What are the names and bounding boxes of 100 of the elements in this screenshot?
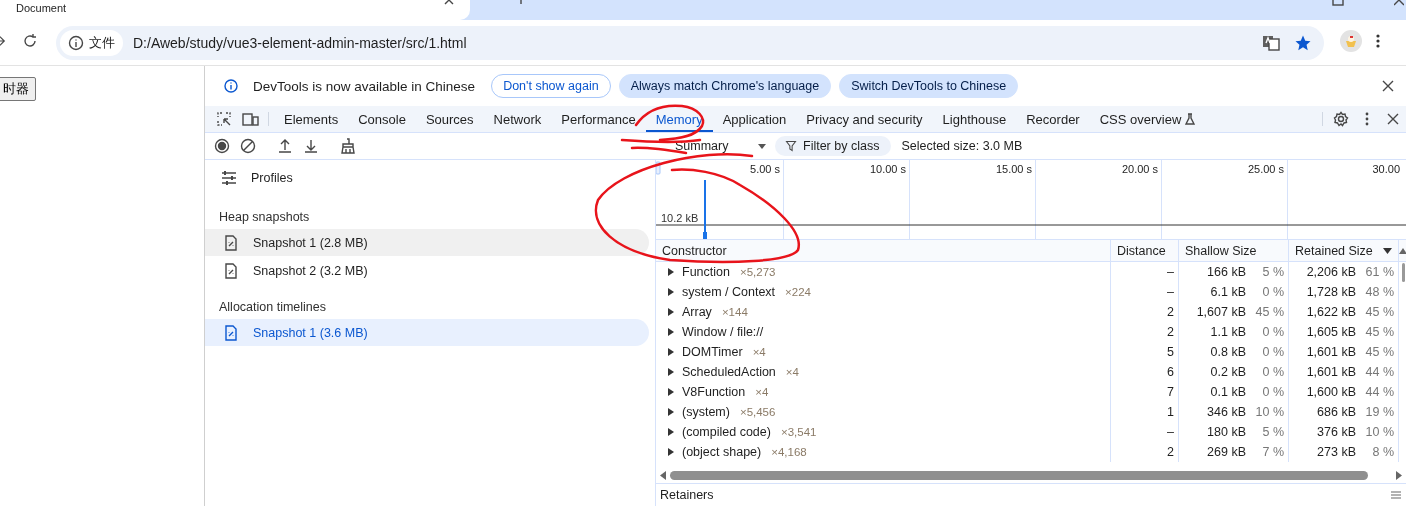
infobar-button[interactable]: Always match Chrome's language: [618, 74, 832, 98]
column-header[interactable]: Distance: [1111, 240, 1179, 262]
more-icon[interactable]: [1376, 32, 1380, 49]
scroll-right-icon[interactable]: [1396, 470, 1402, 480]
panel-tab[interactable]: Elements: [274, 106, 349, 132]
scrollbar-thumb[interactable]: [1402, 263, 1405, 282]
translate-icon[interactable]: [1262, 33, 1280, 52]
distance-cell: –: [1111, 282, 1179, 302]
tick-label: 10.00 s: [784, 160, 910, 239]
constructor-cell[interactable]: (system) ×5,456: [656, 402, 1111, 422]
expand-icon[interactable]: [668, 288, 674, 296]
range-handle[interactable]: [656, 161, 661, 175]
constructor-cell[interactable]: Function ×5,273: [656, 262, 1111, 282]
infobar-message: DevTools is now available in Chinese: [253, 78, 476, 94]
maximize-icon[interactable]: [1332, 0, 1344, 6]
expand-icon[interactable]: [668, 368, 674, 376]
site-info-chip[interactable]: 文件: [60, 29, 123, 56]
panel-tab[interactable]: Network: [483, 106, 552, 132]
shallow-size-cell: 166 kB 5 %: [1179, 262, 1289, 282]
expand-icon[interactable]: [668, 308, 674, 316]
record-icon[interactable]: [214, 138, 230, 154]
constructor-cell[interactable]: (compiled code) ×3,541: [656, 422, 1111, 442]
retained-size-cell: 1,601 kB 45 %: [1289, 342, 1399, 362]
column-header[interactable]: Retained Size: [1289, 240, 1399, 262]
retained-size-cell: 273 kB 8 %: [1289, 442, 1399, 462]
column-header[interactable]: Shallow Size: [1179, 240, 1289, 262]
class-filter[interactable]: Filter by class: [775, 136, 892, 156]
expand-icon[interactable]: [668, 348, 674, 356]
reload-icon[interactable]: [22, 32, 38, 49]
instance-count: ×4: [755, 386, 769, 398]
drag-handle-icon: [1390, 490, 1402, 500]
selected-size: Selected size: 3.0 MB: [901, 139, 1023, 153]
panel-tab[interactable]: Console: [348, 106, 416, 132]
infobar-button[interactable]: Don't show again: [491, 74, 611, 98]
profiles-title: Profiles: [251, 171, 293, 185]
shallow-size-cell: 346 kB 10 %: [1179, 402, 1289, 422]
retained-size-cell: 1,601 kB 44 %: [1289, 362, 1399, 382]
instance-count: ×5,456: [739, 406, 776, 418]
distance-cell: 2: [1111, 322, 1179, 342]
retained-size-cell: 376 kB 10 %: [1289, 422, 1399, 442]
instance-count: ×4: [752, 346, 766, 358]
shallow-size-cell: 1.1 kB 0 %: [1179, 322, 1289, 342]
snapshot-item[interactable]: Snapshot 2 (3.2 MB): [205, 257, 649, 284]
info-icon: [223, 78, 239, 94]
panel-tab[interactable]: Memory: [645, 106, 713, 132]
instance-count: ×4,168: [771, 446, 807, 458]
scroll-left-icon[interactable]: [660, 470, 666, 480]
snapshot-item[interactable]: Snapshot 1 (2.8 MB): [205, 229, 649, 256]
expand-icon[interactable]: [668, 448, 674, 456]
expand-icon[interactable]: [668, 408, 674, 416]
constructor-cell[interactable]: (object shape) ×4,168: [656, 442, 1111, 462]
address-bar[interactable]: 文件 D:/Aweb/study/vue3-element-admin-master/src/1.html: [56, 25, 1324, 60]
flask-icon: [1185, 113, 1196, 125]
constructor-cell[interactable]: V8Function ×4: [656, 382, 1111, 402]
constructor-cell[interactable]: system / Context ×224: [656, 282, 1111, 302]
instance-count: ×3,541: [780, 426, 817, 438]
expand-icon[interactable]: [668, 328, 674, 336]
retained-size-cell: 1,728 kB 48 %: [1289, 282, 1399, 302]
shallow-size-cell: 180 kB 5 %: [1179, 422, 1289, 442]
expand-icon[interactable]: [668, 268, 674, 276]
inspect-icon[interactable]: [216, 111, 232, 127]
more-icon[interactable]: [1365, 112, 1369, 126]
panel-tab[interactable]: CSS overview: [1089, 106, 1206, 132]
constructor-cell[interactable]: DOMTimer ×4: [656, 342, 1111, 362]
download-icon[interactable]: [303, 138, 319, 154]
retained-size-cell: 686 kB 19 %: [1289, 402, 1399, 422]
panel-tab[interactable]: Application: [712, 106, 797, 132]
snapshot-item[interactable]: Snapshot 1 (3.6 MB): [205, 319, 649, 346]
shallow-size-cell: 0.1 kB 0 %: [1179, 382, 1289, 402]
expand-icon[interactable]: [668, 428, 674, 436]
distance-cell: 7: [1111, 382, 1179, 402]
expand-icon[interactable]: [668, 388, 674, 396]
panel-tab[interactable]: Recorder: [1016, 106, 1090, 132]
retained-size-cell: 1,600 kB 44 %: [1289, 382, 1399, 402]
instance-count: ×5,273: [739, 266, 776, 278]
page-button[interactable]: 时器: [0, 77, 36, 101]
panel-tab[interactable]: Privacy and security: [796, 106, 933, 132]
retained-size-cell: 2,206 kB 61 %: [1289, 262, 1399, 282]
caret-icon: [758, 143, 767, 149]
settings-icon[interactable]: [1333, 111, 1349, 127]
panel-tab[interactable]: Performance: [551, 106, 646, 132]
column-header[interactable]: Constructor: [656, 240, 1111, 262]
shallow-size-cell: 1,607 kB 45 %: [1179, 302, 1289, 322]
panel-tab[interactable]: Sources: [415, 106, 484, 132]
constructor-cell[interactable]: Window / file://: [656, 322, 1111, 342]
scheme-label: 文件: [89, 33, 115, 52]
view-select[interactable]: Summary: [667, 139, 767, 153]
url-text: D:/Aweb/study/vue3-element-admin-master/src/1.html: [133, 34, 468, 51]
group-heading: Allocation timelines: [218, 299, 327, 316]
infobar-button[interactable]: Switch DevTools to Chinese: [839, 74, 1019, 98]
broom-icon[interactable]: [340, 138, 356, 154]
clear-icon[interactable]: [240, 138, 256, 154]
tick-label: 30.00: [1371, 162, 1401, 177]
upload-icon[interactable]: [277, 138, 293, 154]
constructor-cell[interactable]: Array ×144: [656, 302, 1111, 322]
panel-tab[interactable]: Lighthouse: [932, 106, 1017, 132]
distance-cell: 6: [1111, 362, 1179, 382]
constructor-cell[interactable]: ScheduledAction ×4: [656, 362, 1111, 382]
browser-tab[interactable]: Document: [0, 0, 470, 20]
device-icon[interactable]: [241, 111, 259, 127]
